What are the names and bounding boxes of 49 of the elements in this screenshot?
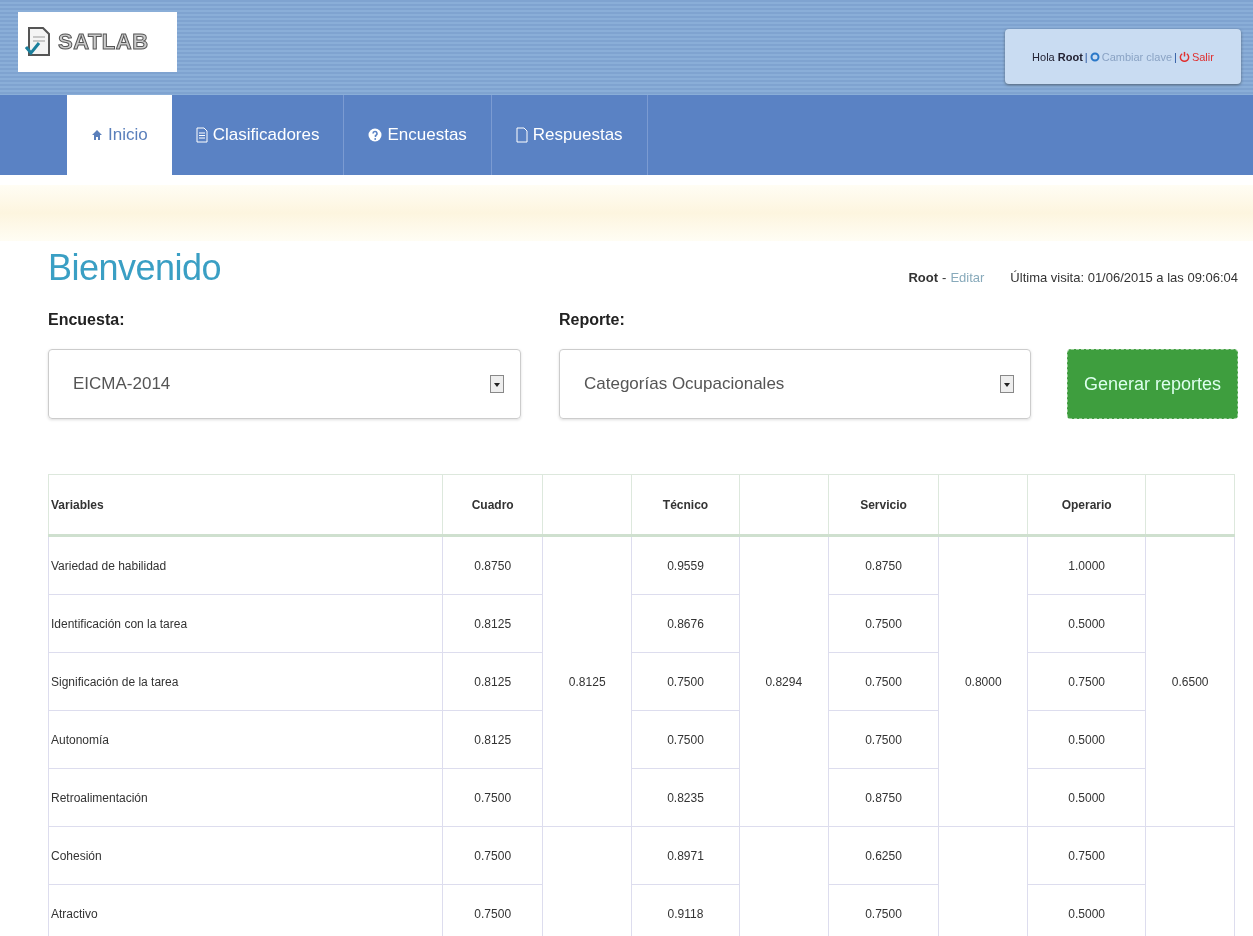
home-icon [91,129,103,141]
table-cell: 0.8294 [739,535,829,827]
last-visit: Última visita: 01/06/2015 a las 09:06:04 [1010,270,1238,285]
nav-tab[interactable]: Encuestas [344,95,492,175]
file-icon [515,127,528,143]
table-cell: 0.7500 [1027,826,1146,885]
nav-tab[interactable]: Clasificadores [171,95,345,175]
survey-dropdown[interactable]: EICMA-2014 [48,349,521,419]
table-cell: 0.6250 [828,826,939,885]
document-icon [195,127,208,143]
logout-link[interactable]: Salir [1178,50,1214,63]
table-cell: 0.8971 [631,826,740,885]
table-cell: Variedad de habilidad [48,535,443,595]
generate-reports-button[interactable]: Generar reportes [1067,349,1238,419]
table-cell: 0.7500 [442,826,543,885]
dash: - [942,270,947,285]
nav-tab[interactable]: Inicio [67,95,172,175]
table-cell: Autonomía [48,710,443,769]
column-header: Cuadro [442,474,543,536]
column-header: Variables [48,474,443,536]
greeting: Hola Root [1032,50,1083,63]
column-header: Técnico [631,474,740,536]
nav-tab[interactable]: Respuestas [491,95,648,175]
circle-icon [1089,51,1100,62]
field-label: Encuesta: [48,311,126,329]
user-name: Root [908,270,939,285]
report-dropdown[interactable]: Categorías Ocupacionales [559,349,1031,419]
column-header: Operario [1027,474,1146,536]
table-cell: Significación de la tarea [48,652,443,711]
separator: | [1084,50,1088,63]
separator: | [1174,50,1177,63]
table-cell: 0.9559 [631,535,740,595]
table-cell: 0.6500 [1145,535,1235,827]
field-label: Reporte: [559,311,626,329]
table-cell: 0.8000 [938,535,1028,827]
column-header: Servicio [828,474,939,536]
power-icon [1178,51,1190,62]
table-cell: 0.8750 [442,535,543,595]
question-icon [368,128,383,142]
table-cell: 0.8750 [828,535,939,595]
logo[interactable]: SATLAB [18,12,177,72]
table-cell: Retroalimentación [48,768,443,827]
table-cell: 0.8125 [542,535,632,827]
table-cell: Identificación con la tarea [48,594,443,653]
table-cell: 1.0000 [1027,535,1146,595]
table-cell: Cohesión [48,826,443,885]
edit-link[interactable]: Editar [950,270,985,285]
table-cell: Atractivo [48,884,443,936]
page-title: Bienvenido [48,247,222,289]
